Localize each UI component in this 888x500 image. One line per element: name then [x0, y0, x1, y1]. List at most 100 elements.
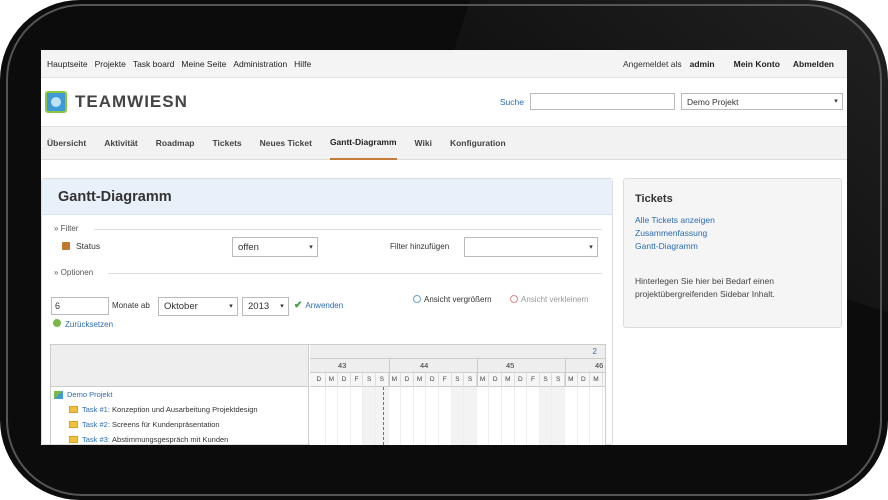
day-header-cell: D: [401, 373, 414, 387]
week-label: 46: [595, 361, 604, 370]
gantt-task-row[interactable]: Task #2: Screens für Kundenpräsentation: [51, 417, 308, 432]
month-value: Oktober: [164, 301, 198, 312]
apply-link[interactable]: ✔ Anwenden: [294, 300, 343, 311]
gantt-day-header: DMDFSSMDMDFSSMDMDFSSMDMDFSSMD: [310, 373, 605, 387]
brand-title: TEAMWIESN: [75, 92, 188, 111]
project-icon: [54, 390, 63, 399]
day-header-cell: S: [363, 373, 376, 387]
folder-icon: [69, 406, 78, 413]
gantt-timeline: 2 43 44 45 46 DMDFSSMDMDFSSMDMDFSSMDMDFS…: [310, 345, 605, 445]
tab-aktivitaet[interactable]: Aktivität: [104, 126, 138, 160]
day-column: [326, 387, 339, 445]
day-header-cell: F: [439, 373, 452, 387]
day-header-cell: M: [477, 373, 490, 387]
filter-divider: [94, 229, 602, 230]
tab-roadmap[interactable]: Roadmap: [156, 126, 195, 160]
day-header-cell: M: [590, 373, 603, 387]
project-jump-select[interactable]: Demo Projekt ▾: [681, 93, 843, 110]
tab-neues-ticket[interactable]: Neues Ticket: [260, 126, 312, 160]
filter-legend[interactable]: » Filter: [54, 224, 78, 233]
gantt-options: 6 Monate ab Oktober ▾ 2013 ▾ ✔ Anwenden A…: [51, 294, 607, 329]
status-operator-select[interactable]: offen ▾: [232, 237, 318, 257]
day-header-cell: S: [552, 373, 565, 387]
topnav-hauptseite[interactable]: Hauptseite: [47, 59, 88, 69]
day-header-cell: S: [540, 373, 553, 387]
my-account-link[interactable]: Mein Konto: [734, 59, 780, 69]
add-filter-select[interactable]: ▾: [464, 237, 598, 257]
tab-uebersicht[interactable]: Übersicht: [47, 126, 86, 160]
tab-gantt-diagramm[interactable]: Gantt-Diagramm: [329, 126, 397, 160]
day-column: [351, 387, 364, 445]
day-column: [414, 387, 427, 445]
gantt-task-row[interactable]: Task #1: Konzeption und Ausarbeitung Pro…: [51, 402, 308, 417]
reset-label: Zurücksetzen: [65, 320, 114, 329]
task-link[interactable]: Task #3:: [82, 435, 110, 444]
month-header-label: 2: [592, 347, 597, 356]
year-select[interactable]: 2013 ▾: [242, 297, 289, 316]
tab-wiki[interactable]: Wiki: [415, 126, 432, 160]
months-input[interactable]: 6: [51, 297, 109, 315]
chevron-down-icon: ▾: [280, 303, 284, 310]
sidebar-text: Hinterlegen Sie hier bei Bedarf einen pr…: [635, 276, 775, 299]
sidebar-link-gantt[interactable]: Gantt-Diagramm: [635, 240, 830, 253]
logout-link[interactable]: Abmelden: [793, 59, 834, 69]
day-column: [578, 387, 591, 445]
topnav-task-board[interactable]: Task board: [133, 59, 175, 69]
week-separator: [565, 359, 566, 387]
search-label[interactable]: Suche: [500, 97, 524, 107]
reset-icon: [53, 319, 61, 327]
day-header-cell: M: [502, 373, 515, 387]
gantt-task-row[interactable]: Task #3: Abstimmungsgespräch mit Kunden: [51, 432, 308, 445]
topnav-projekte[interactable]: Projekte: [95, 59, 126, 69]
day-header-cell: D: [338, 373, 351, 387]
topnav-hilfe[interactable]: Hilfe: [294, 59, 311, 69]
task-subject: Screens für Kundenpräsentation: [112, 420, 220, 429]
day-header-cell: F: [351, 373, 364, 387]
account-menu: Angemeldet als admin Mein Konto Abmelden: [615, 59, 841, 69]
day-column: [502, 387, 515, 445]
day-header-cell: D: [489, 373, 502, 387]
day-column: [603, 387, 605, 445]
search-input[interactable]: [530, 93, 675, 110]
user-link[interactable]: admin: [690, 59, 715, 69]
sidebar: Tickets Alle Tickets anzeigen Zusammenfa…: [623, 178, 842, 328]
day-column: [338, 387, 351, 445]
zoom-in-label: Ansicht vergrößern: [424, 295, 492, 304]
status-label: Status: [76, 241, 101, 251]
day-column: [464, 387, 477, 445]
month-select[interactable]: Oktober ▾: [158, 297, 238, 316]
sidebar-link-all-tickets[interactable]: Alle Tickets anzeigen: [635, 214, 830, 227]
status-filter: Status: [62, 241, 100, 251]
week-label: 44: [420, 361, 429, 370]
day-column: [401, 387, 414, 445]
week-separator: [476, 359, 478, 387]
day-column: [539, 387, 553, 445]
zoom-out-link[interactable]: Ansicht verkleinern: [510, 294, 589, 304]
day-header-cell: S: [464, 373, 477, 387]
task-link[interactable]: Task #1:: [82, 405, 110, 414]
gantt-week-header: 43 44 45 46: [310, 359, 605, 373]
day-column: [515, 387, 528, 445]
zoom-out-label: Ansicht verkleinern: [521, 295, 589, 304]
status-icon: [62, 242, 70, 250]
status-value: offen: [238, 241, 259, 253]
gantt-subjects-header: [51, 345, 308, 387]
checkmark-icon: ✔: [294, 300, 303, 311]
topnav-meine-seite[interactable]: Meine Seite: [181, 59, 226, 69]
gantt-project-row[interactable]: Demo Projekt: [51, 387, 308, 402]
day-column: [426, 387, 439, 445]
project-link[interactable]: Demo Projekt: [67, 390, 112, 399]
day-column: [439, 387, 452, 445]
sidebar-link-summary[interactable]: Zusammenfassung: [635, 227, 830, 240]
tab-tickets[interactable]: Tickets: [213, 126, 242, 160]
options-legend[interactable]: » Optionen: [54, 268, 93, 277]
topnav-administration[interactable]: Administration: [233, 59, 287, 69]
zoom-in-link[interactable]: Ansicht vergrößern: [413, 294, 492, 304]
tab-konfiguration[interactable]: Konfiguration: [450, 126, 506, 160]
reset-link[interactable]: Zurücksetzen: [53, 319, 113, 329]
day-column: [363, 387, 376, 445]
header: TEAMWIESN Suche Demo Projekt ▾: [41, 78, 847, 126]
project-tabs: Übersicht Aktivität Roadmap Tickets Neue…: [41, 126, 847, 160]
task-link[interactable]: Task #2:: [82, 420, 110, 429]
chevron-down-icon: ▾: [309, 244, 313, 251]
